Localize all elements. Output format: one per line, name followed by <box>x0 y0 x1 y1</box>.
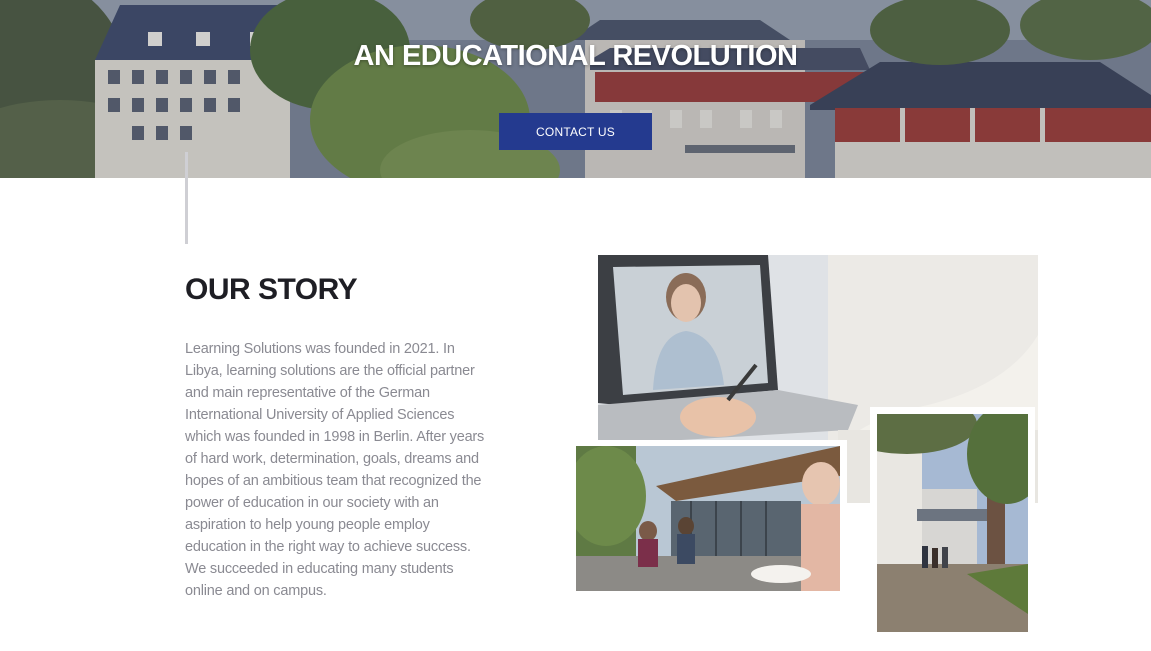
campus-cafe-photo <box>570 440 847 598</box>
story-heading: OUR STORY <box>185 273 358 306</box>
contact-us-button[interactable]: CONTACT US <box>499 113 652 150</box>
story-paragraph: Learning Solutions was founded in 2021. … <box>185 341 485 599</box>
decorative-divider <box>185 152 188 244</box>
hero-background-image <box>0 0 1151 178</box>
campus-courtyard-photo <box>870 407 1035 632</box>
hero-banner: AN EDUCATIONAL REVOLUTION CONTACT US <box>0 0 1151 178</box>
hero-title: AN EDUCATIONAL REVOLUTION <box>353 40 798 72</box>
